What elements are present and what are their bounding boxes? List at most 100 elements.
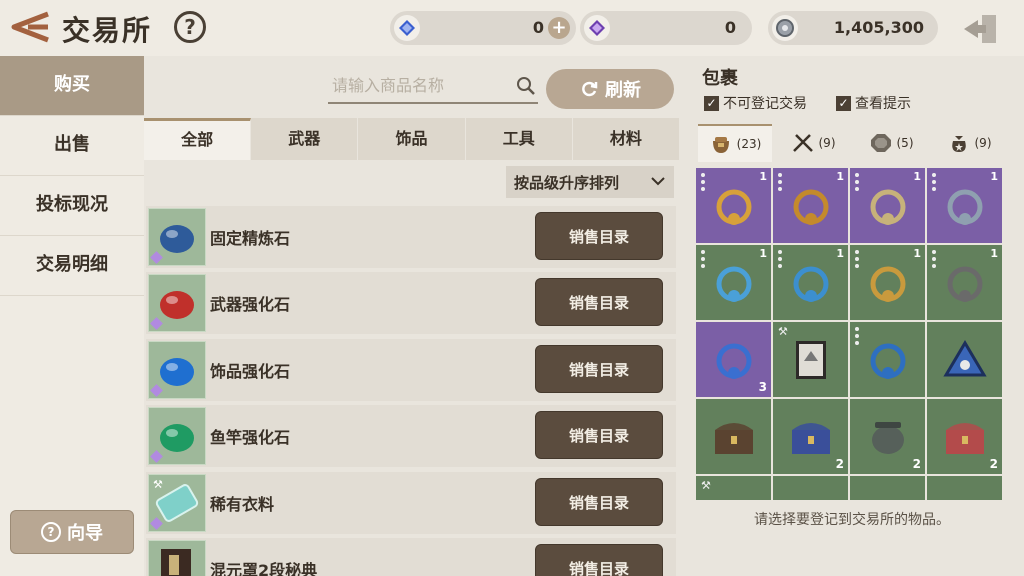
list-item[interactable]: 固定精炼石 销售目录	[146, 206, 676, 268]
sort-dropdown[interactable]: 按品级升序排列	[506, 166, 674, 198]
guide-question-icon: ?	[41, 522, 61, 542]
list-item[interactable]: 武器强化石 销售目录	[146, 272, 676, 335]
nav-item-bid-status[interactable]: 投标现况	[0, 176, 144, 236]
list-item[interactable]: 饰品强化石 销售目录	[146, 338, 676, 401]
guide-button[interactable]: ? 向导	[10, 510, 134, 554]
blue-orb-icon	[716, 343, 751, 379]
secret-book-icon	[148, 539, 206, 576]
silver-coin-icon	[772, 15, 798, 41]
grade-dots-icon	[778, 250, 782, 268]
exit-icon[interactable]	[960, 12, 1000, 46]
item-count: 2	[912, 457, 921, 471]
item-count: 1	[913, 170, 921, 183]
market-panel: 刷新 全部 武器 饰品 工具 材料 按品级升序排列 固定精炼石销售目录武器强化石…	[144, 56, 681, 576]
weapon-icon	[792, 134, 813, 152]
bag-slot[interactable]	[696, 399, 771, 474]
refresh-label: 刷新	[605, 80, 641, 101]
show-tips-label: 查看提示	[855, 96, 911, 112]
bag-slot[interactable]: 1	[850, 168, 925, 243]
blue-chest-icon	[791, 422, 830, 454]
bag-slot[interactable]: ⚒	[696, 476, 771, 500]
tab-materials[interactable]: 材料	[572, 118, 681, 160]
bag-slot[interactable]: 1	[696, 168, 771, 243]
untradeable-filter[interactable]: ✓ 不可登记交易	[704, 93, 807, 113]
list-item[interactable]: ⚒ 稀有衣料 销售目录	[146, 471, 676, 534]
back-arrow-icon[interactable]	[8, 10, 54, 44]
tab-accessories[interactable]: 饰品	[358, 118, 466, 160]
nav-item-trade-history[interactable]: 交易明细	[0, 236, 144, 296]
sell-list-button[interactable]: 销售目录	[535, 344, 663, 393]
refresh-button[interactable]: 刷新	[546, 69, 674, 109]
sell-list-button[interactable]: 销售目录	[535, 212, 663, 260]
bag-tab-all[interactable]: (23)	[698, 124, 772, 162]
blue-gem-icon	[394, 15, 420, 41]
grade-dots-icon	[855, 173, 859, 191]
category-tabs: 全部 武器 饰品 工具 材料	[144, 118, 681, 160]
tab-weapons[interactable]: 武器	[251, 118, 359, 160]
sell-list-button[interactable]: 销售目录	[535, 278, 663, 327]
sell-list-button[interactable]: 销售目录	[535, 543, 663, 576]
bag-slot[interactable]: 1	[696, 245, 771, 320]
bag-tab-weapons[interactable]: (9)	[776, 124, 850, 162]
bag-slot[interactable]	[927, 476, 1002, 500]
refresh-icon	[582, 81, 598, 97]
tool-icon: ⚒	[778, 325, 788, 338]
bag-slot[interactable]	[850, 476, 925, 500]
help-icon[interactable]: ?	[174, 11, 206, 43]
bag-slot[interactable]: ⚒	[773, 322, 848, 397]
sell-list-button[interactable]: 销售目录	[535, 477, 663, 526]
add-currency-button[interactable]: +	[548, 17, 570, 39]
silver-coin-value: 1,405,300	[833, 18, 924, 37]
red-enhance-stone-icon	[148, 274, 206, 333]
amulet-necklace-icon	[716, 189, 751, 225]
chevron-down-icon	[651, 177, 665, 186]
nav-item-sell[interactable]: 出售	[0, 116, 144, 176]
item-name: 鱼竿强化石	[210, 428, 291, 448]
page-title: 交易所	[62, 14, 153, 47]
bag-hint-text: 请选择要登记到交易所的物品。	[754, 512, 950, 528]
bag-panel: 包裹 ✓ 不可登记交易 ✓ 查看提示 (23) (9) (5) (9) 1111…	[680, 56, 1024, 576]
bag-slot[interactable]: 2	[850, 399, 925, 474]
tab-all[interactable]: 全部	[144, 118, 252, 160]
grade-dots-icon	[701, 173, 705, 191]
green-enhance-stone-icon	[148, 407, 206, 466]
bag-slot[interactable]	[773, 476, 848, 500]
bag-slot[interactable]	[927, 322, 1002, 397]
sell-list-button[interactable]: 销售目录	[535, 411, 663, 460]
bag-slot[interactable]: 2	[927, 399, 1002, 474]
tool-icon: ⚒	[153, 477, 163, 491]
tab-tools[interactable]: 工具	[465, 118, 573, 160]
cloth-bundle-icon: ⚒	[148, 473, 206, 532]
item-count: 1	[759, 247, 767, 260]
material-icon	[951, 136, 966, 152]
item-name: 稀有衣料	[210, 494, 275, 514]
checkbox-checked-icon: ✓	[704, 95, 719, 111]
bag-slot[interactable]: 3	[696, 322, 771, 397]
bag-slot[interactable]: 1	[850, 245, 925, 320]
list-item[interactable]: 混元罩2段秘典 销售目录	[146, 537, 676, 576]
show-tips-filter[interactable]: ✓ 查看提示	[836, 93, 911, 113]
search-icon[interactable]	[516, 76, 536, 96]
bag-slot[interactable]	[850, 322, 925, 397]
bag-tab-materials[interactable]: (9)	[932, 124, 1006, 162]
item-count: 2	[835, 457, 844, 471]
bag-slot[interactable]: 1	[927, 168, 1002, 243]
bag-slot[interactable]: 1	[927, 245, 1002, 320]
grade-dots-icon	[855, 327, 859, 345]
bag-slot[interactable]: 1	[773, 168, 848, 243]
item-name: 饰品强化石	[210, 361, 291, 381]
bag-tab-accessories[interactable]: (5)	[854, 124, 928, 162]
bag-category-tabs: (23) (9) (5) (9)	[698, 124, 1020, 162]
blue-bracelet-icon	[793, 266, 828, 302]
item-name: 混元罩2段秘典	[210, 560, 318, 576]
search-input[interactable]	[328, 70, 508, 100]
nav-item-buy[interactable]: 购买	[0, 56, 144, 116]
item-count: 1	[836, 170, 844, 183]
list-item[interactable]: 鱼竿强化石 销售目录	[146, 405, 676, 468]
pendant-earring-icon	[793, 189, 828, 225]
bag-slot[interactable]: 2	[773, 399, 848, 474]
bead-bracelet-icon	[947, 189, 982, 225]
bag-slot[interactable]: 1	[773, 245, 848, 320]
blue-earring-icon	[716, 266, 751, 302]
blue-gem-value: 0	[532, 18, 544, 37]
